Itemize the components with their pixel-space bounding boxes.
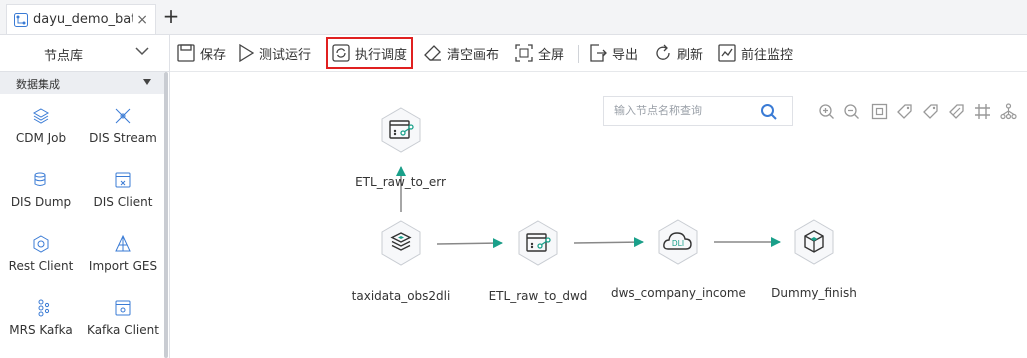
node-etl-raw-to-dwd[interactable] bbox=[514, 219, 562, 267]
node-dws-company-income[interactable]: DLI bbox=[654, 218, 702, 266]
edge-layer bbox=[396, 166, 781, 249]
node-etl-raw-to-err[interactable] bbox=[377, 106, 425, 154]
edge-etl-dwd-to-dws bbox=[573, 237, 644, 248]
dli-badge: DLI bbox=[672, 239, 684, 248]
edge-taxidata-to-etl-dwd bbox=[436, 238, 503, 249]
node-label: Dummy_finish bbox=[771, 286, 857, 300]
node-dummy-finish[interactable] bbox=[790, 218, 838, 266]
node-label: ETL_raw_to_err bbox=[355, 175, 446, 189]
node-label: ETL_raw_to_dwd bbox=[488, 289, 588, 303]
node-label: taxidata_obs2dli bbox=[351, 289, 451, 303]
node-taxidata-obs2dli[interactable] bbox=[377, 219, 425, 267]
node-label: dws_company_income bbox=[611, 286, 746, 300]
